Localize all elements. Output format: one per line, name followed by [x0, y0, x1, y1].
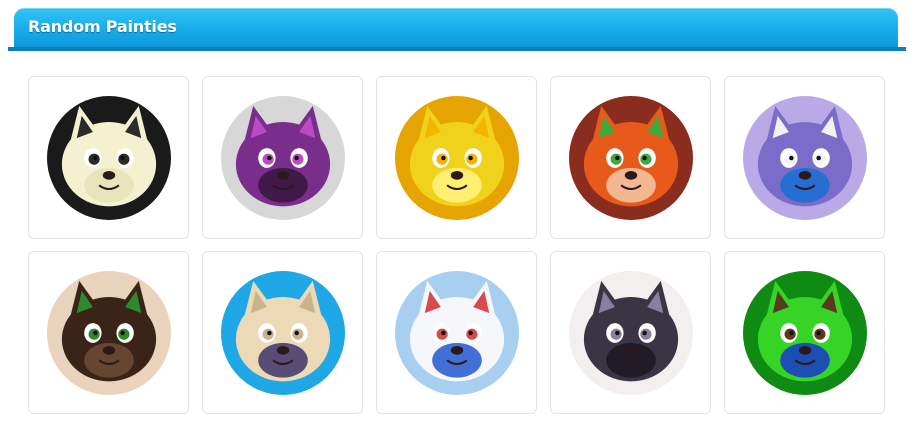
- paintie-card[interactable]: [202, 251, 363, 414]
- brown-hamster-avatar: [46, 270, 171, 395]
- paintie-avatar[interactable]: [742, 270, 867, 395]
- header-divider: [8, 47, 906, 51]
- paintie-card[interactable]: [202, 76, 363, 239]
- paintie-avatar[interactable]: [742, 95, 867, 220]
- paintie-card[interactable]: [376, 76, 537, 239]
- paintie-card[interactable]: [550, 251, 711, 414]
- random-painties-widget: Random Painties: [0, 0, 915, 428]
- cream-dog-avatar: [220, 270, 345, 395]
- paintie-card[interactable]: [376, 251, 537, 414]
- paintie-card[interactable]: [724, 76, 885, 239]
- paintie-avatar[interactable]: [568, 95, 693, 220]
- paintie-avatar[interactable]: [394, 95, 519, 220]
- purple-fox-avatar: [220, 95, 345, 220]
- paintie-avatar[interactable]: [394, 270, 519, 395]
- section-header: Random Painties: [14, 8, 898, 48]
- yellow-dragon-avatar: [394, 95, 519, 220]
- skunk-dog-avatar: [568, 270, 693, 395]
- paintie-avatar[interactable]: [220, 270, 345, 395]
- purple-walrus-avatar: [742, 95, 867, 220]
- white-blue-fox-avatar: [394, 270, 519, 395]
- paintie-card[interactable]: [28, 76, 189, 239]
- skull-fox-avatar: [46, 95, 171, 220]
- orange-lion-avatar: [568, 95, 693, 220]
- paintie-card[interactable]: [28, 251, 189, 414]
- paintie-card[interactable]: [550, 76, 711, 239]
- painties-grid: [28, 76, 885, 414]
- paintie-avatar[interactable]: [220, 95, 345, 220]
- paintie-avatar[interactable]: [46, 270, 171, 395]
- paintie-avatar[interactable]: [46, 95, 171, 220]
- paintie-card[interactable]: [724, 251, 885, 414]
- paintie-avatar[interactable]: [568, 270, 693, 395]
- green-antler-avatar: [742, 270, 867, 395]
- section-title: Random Painties: [28, 17, 177, 36]
